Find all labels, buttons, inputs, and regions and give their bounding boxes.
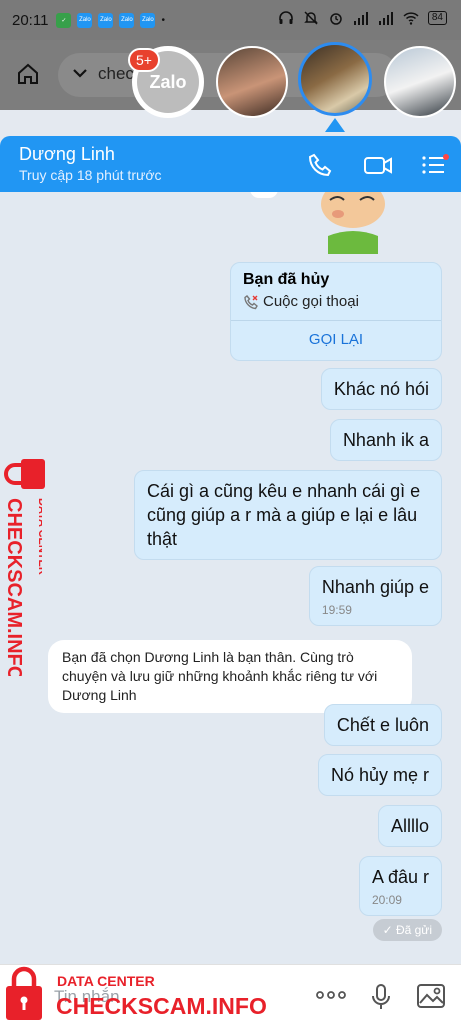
- watermark-big-text: CHECKSCAM.INFO: [4, 498, 25, 676]
- video-call-icon[interactable]: [362, 151, 394, 179]
- unread-badge: 5+: [128, 48, 160, 72]
- message-text: A đâu r: [371, 867, 429, 887]
- notification-dot: [443, 154, 449, 160]
- message-bubble[interactable]: A đâu r 20:09: [358, 856, 442, 916]
- signal-icon: [378, 12, 393, 25]
- reaction-bubble[interactable]: [250, 192, 278, 198]
- call-card-subtitle: Cuộc gọi thoại: [231, 289, 441, 320]
- headphones-icon: [279, 11, 293, 24]
- message-bubble[interactable]: Khác nó hói: [320, 368, 442, 410]
- last-seen: Truy cập 18 phút trước: [19, 167, 162, 183]
- wifi-icon: [403, 12, 419, 25]
- chat-head-avatar[interactable]: [216, 46, 288, 118]
- chat-header: Dương Linh Truy cập 18 phút trước: [0, 136, 461, 192]
- message-bubble[interactable]: Nó hủy mẹ r: [317, 754, 442, 796]
- message-text: Khác nó hói: [333, 379, 429, 399]
- sticker-image: [321, 192, 385, 254]
- chat-head-avatar-active[interactable]: [298, 42, 372, 116]
- call-back-button[interactable]: GỌI LẠI: [231, 320, 441, 360]
- message-text: Nhanh giúp e: [321, 577, 429, 597]
- phone-icon[interactable]: [306, 151, 334, 179]
- watermark-small-text: DATA CENTER: [36, 498, 42, 575]
- call-type-text: Cuộc gọi thoại: [263, 293, 359, 310]
- alarm-icon: [330, 13, 342, 25]
- message-bubble[interactable]: Chết e luôn: [323, 704, 442, 746]
- message-bubble[interactable]: Nhanh ik a: [329, 419, 442, 461]
- home-icon: [18, 63, 38, 84]
- message-list[interactable]: Bạn đã hủy Cuộc gọi thoại GỌI LẠI Khác n…: [0, 192, 461, 964]
- microphone-icon[interactable]: [370, 983, 392, 1011]
- watermark-bottom-logo: DATA CENTER CHECKSCAM.INFO: [6, 966, 267, 1020]
- message-text: Nó hủy mẹ r: [330, 765, 429, 785]
- status-time: 20:11: [12, 11, 49, 29]
- watermark-vertical: DATA CENTER CHECKSCAM.INFO: [4, 498, 42, 676]
- shield-app-icon: ✓: [56, 12, 72, 28]
- message-bubble[interactable]: Nhanh giúp e 19:59: [308, 566, 442, 626]
- missed-call-card: Bạn đã hủy Cuộc gọi thoại GỌI LẠI: [230, 262, 442, 361]
- watermark-lock-icon: [4, 459, 45, 489]
- zalo-notification-icon: Zalo: [77, 12, 93, 28]
- message-text: Allllo: [390, 816, 429, 836]
- message-bubble[interactable]: Allllo: [377, 805, 442, 847]
- image-icon[interactable]: [416, 983, 446, 1009]
- phone-call-icon: [244, 294, 258, 309]
- watermark-small-text: DATA CENTER: [57, 973, 155, 989]
- message-text: Nhanh ik a: [342, 430, 429, 450]
- active-chat-pointer: [325, 118, 345, 132]
- mute-bell-icon: [304, 11, 318, 25]
- message-time: 19:59: [321, 603, 352, 617]
- message-time: 20:09: [371, 893, 402, 907]
- sent-status: ✓ Đã gửi: [372, 919, 442, 941]
- status-bar: 20:11 ✓ Zalo Zalo Zalo Zalo • 84: [0, 0, 461, 40]
- zalo-notification-icon: Zalo: [98, 12, 114, 28]
- zalo-notification-icon: Zalo: [140, 12, 156, 28]
- battery-level: 84: [427, 11, 447, 25]
- message-text: Cái gì a cũng kêu e nhanh cái gì e cũng …: [147, 481, 421, 549]
- system-notice: Bạn đã chọn Dương Linh là bạn thân. Cùng…: [48, 640, 412, 713]
- message-bubble[interactable]: Cái gì a cũng kêu e nhanh cái gì e cũng …: [134, 470, 442, 560]
- check-icon: ✓: [382, 923, 396, 937]
- watermark-big-text: CHECKSCAM.INFO: [56, 993, 267, 1019]
- more-icon[interactable]: [314, 983, 348, 1007]
- zalo-notification-icon: Zalo: [119, 12, 135, 28]
- contact-name[interactable]: Dương Linh: [19, 144, 115, 165]
- message-text: Chết e luôn: [336, 715, 429, 735]
- chevron-down-icon: [73, 69, 87, 78]
- more-notifications-dot: •: [161, 14, 165, 26]
- signal-icon: [353, 12, 368, 25]
- chat-head-avatar[interactable]: [384, 46, 456, 118]
- call-card-title: Bạn đã hủy: [243, 271, 330, 288]
